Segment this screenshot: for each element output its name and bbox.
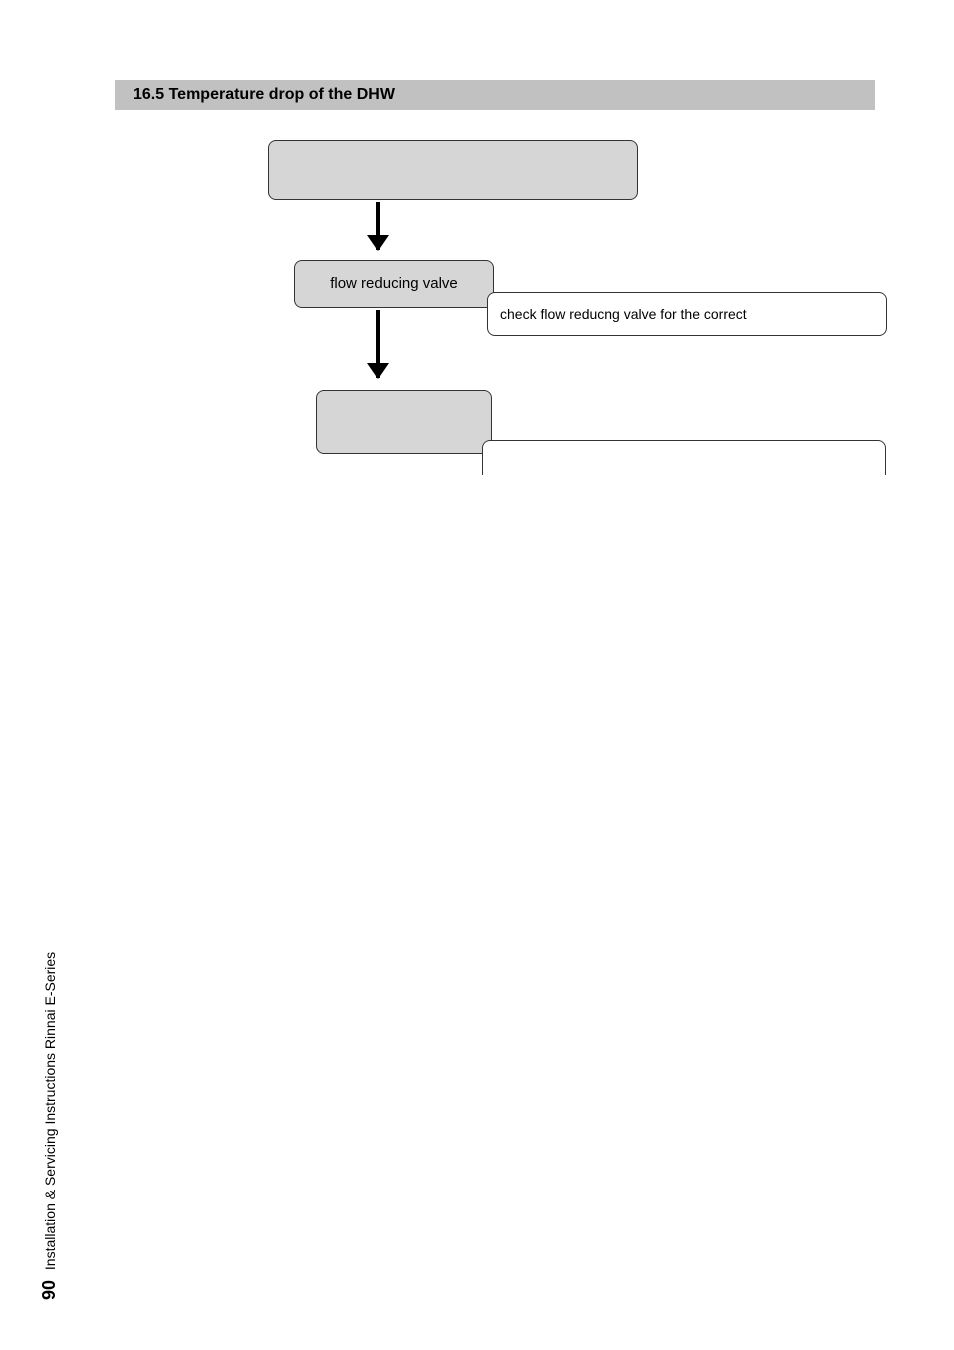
section-heading-bar: 16.5 Temperature drop of the DHW bbox=[115, 80, 875, 110]
flow-box-valve-text: flow reducing valve bbox=[330, 274, 458, 294]
flow-box-check-text: check flow reducng valve for the correct bbox=[500, 305, 747, 323]
flowchart: flow reducing valve check flow reducng v… bbox=[268, 140, 888, 470]
page-number: 90 bbox=[39, 1280, 59, 1300]
flow-box-end bbox=[482, 440, 886, 475]
arrow-down-icon bbox=[376, 202, 380, 250]
flow-box-valve: flow reducing valve bbox=[294, 260, 494, 308]
side-footer: 90 Installation & Servicing Instructions… bbox=[39, 952, 60, 1300]
flow-box-step bbox=[316, 390, 492, 454]
flow-box-start bbox=[268, 140, 638, 200]
flow-box-check: check flow reducng valve for the correct bbox=[487, 292, 887, 336]
section-heading-text: 16.5 Temperature drop of the DHW bbox=[133, 86, 395, 104]
doc-title: Installation & Servicing Instructions Ri… bbox=[42, 952, 58, 1270]
arrow-down-icon bbox=[376, 310, 380, 378]
